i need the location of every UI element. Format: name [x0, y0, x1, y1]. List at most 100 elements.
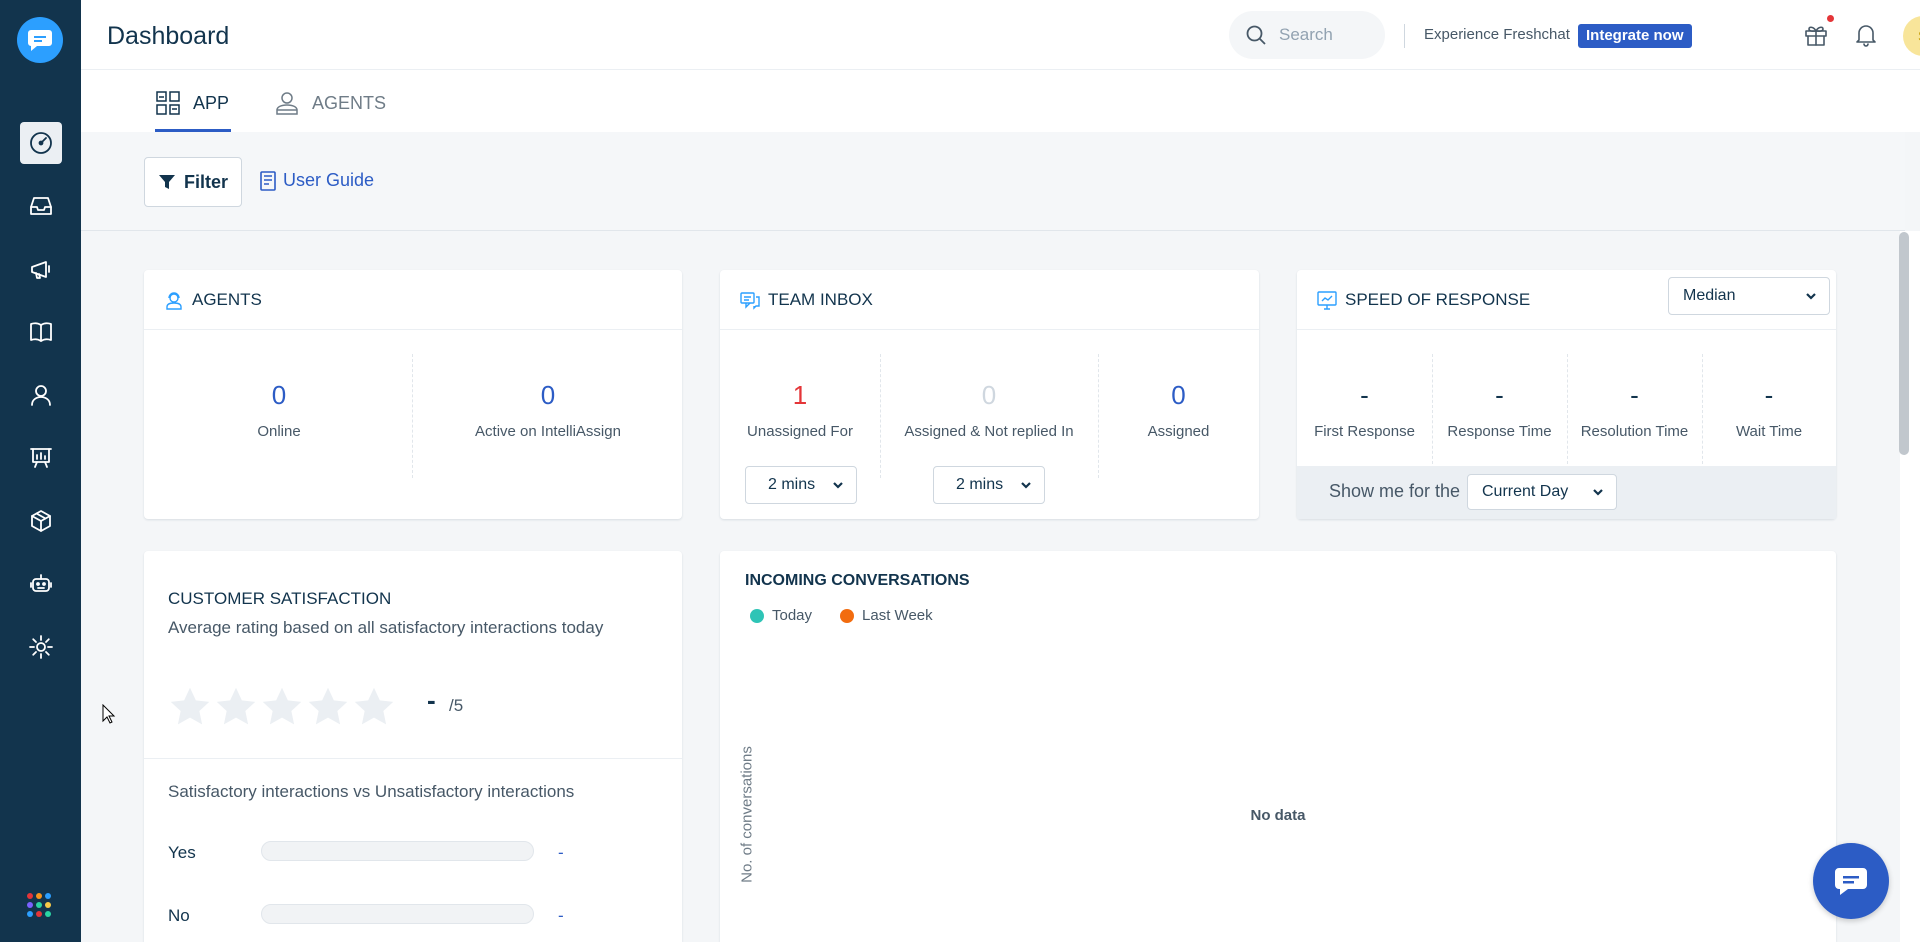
no-bar [261, 904, 534, 924]
speed-card-title: SPEED OF RESPONSE [1345, 289, 1531, 309]
app-dot [45, 902, 51, 908]
period-dropdown[interactable]: Current Day [1467, 474, 1617, 510]
no-label: No [168, 906, 190, 925]
show-me-label: Show me for the [1329, 481, 1461, 501]
sidebar-item-reports[interactable] [20, 437, 62, 479]
not-replied-time-dropdown[interactable]: 2 mins [933, 466, 1045, 504]
last-week-legend-dot [840, 608, 855, 623]
header-divider [1404, 24, 1405, 48]
csat-divider [144, 758, 682, 759]
user-guide-link[interactable]: User Guide [259, 170, 374, 191]
book-icon [260, 170, 276, 191]
sidebar [0, 0, 81, 942]
wait-time-label: Wait Time [1735, 423, 1803, 440]
metric-divider [412, 354, 413, 478]
experience-freshchat-link[interactable]: Experience Freshchat [1424, 26, 1570, 43]
sidebar-item-inbox[interactable] [20, 185, 62, 227]
scrollbar-thumb[interactable] [1899, 232, 1909, 455]
bell-icon [1856, 25, 1876, 47]
inbox-icon [30, 197, 52, 215]
search-input[interactable] [1279, 25, 1379, 45]
incoming-conversations-card: INCOMING CONVERSATIONS Today Last Week N… [720, 551, 1836, 942]
chevron-down-icon [1593, 489, 1603, 496]
filter-label: Filter [183, 171, 228, 192]
app-dot [27, 902, 33, 908]
integrate-now-button[interactable]: Integrate now [1578, 24, 1692, 48]
tabs-bar: APP AGENTS [81, 70, 1920, 132]
agent-icon [276, 92, 298, 115]
incoming-title: INCOMING CONVERSATIONS [745, 572, 970, 589]
chart-legend: Today Last Week [750, 607, 933, 624]
yes-label: Yes [168, 843, 196, 862]
tab-app-label: APP [193, 93, 230, 113]
top-header: Dashboard Experience Freshchat Integrate… [81, 0, 1920, 70]
search-icon [1246, 25, 1266, 45]
team-inbox-card-title: TEAM INBOX [768, 289, 873, 309]
star-icon [262, 687, 302, 725]
sidebar-item-marketplace[interactable] [20, 500, 62, 542]
filter-button[interactable]: Filter [144, 157, 242, 207]
legend-last-week: Last Week [862, 607, 933, 624]
wait-time-metric: - Wait Time [1702, 380, 1836, 440]
notification-dot [1827, 15, 1834, 22]
sidebar-item-dashboard[interactable] [20, 122, 62, 164]
unassigned-label: Unassigned For [747, 423, 853, 440]
dashboard-icon [30, 132, 52, 154]
chat-bubble-icon [1835, 868, 1867, 895]
contacts-icon [31, 385, 51, 406]
team-inbox-card-header: TEAM INBOX [720, 270, 1259, 330]
first-response-metric: - First Response [1297, 380, 1432, 440]
chevron-down-icon [1021, 482, 1031, 489]
headset-agent-icon [166, 291, 182, 310]
user-guide-label: User Guide [283, 170, 375, 190]
not-replied-time-value: 2 mins [956, 476, 1004, 493]
no-data-text: No data [1250, 807, 1306, 824]
sidebar-item-knowledge-base[interactable] [20, 311, 62, 353]
tab-agents-label: AGENTS [312, 93, 387, 113]
response-time-value: - [1495, 380, 1504, 410]
resolution-time-value: - [1630, 380, 1639, 410]
tab-app[interactable]: APP [155, 90, 232, 132]
response-time-metric: - Response Time [1432, 380, 1567, 440]
reports-icon [30, 448, 52, 468]
search-box[interactable] [1229, 11, 1385, 59]
team-inbox-card: TEAM INBOX 1 Unassigned For 2 mins 0 Ass… [720, 270, 1259, 519]
app-dot [36, 893, 42, 899]
app-dot [36, 911, 42, 917]
campaigns-icon [31, 261, 50, 279]
freshchat-logo[interactable] [17, 17, 63, 63]
tab-agents[interactable]: AGENTS [274, 90, 386, 132]
aggregation-dropdown[interactable]: Median [1668, 277, 1830, 315]
aggregation-value: Median [1683, 287, 1736, 304]
csat-title: CUSTOMER SATISFACTION [168, 589, 392, 608]
sidebar-item-settings[interactable] [20, 626, 62, 668]
chat-widget-button[interactable] [1813, 843, 1889, 919]
no-value: - [558, 906, 564, 925]
sidebar-item-campaigns[interactable] [20, 248, 62, 290]
rating-value: - [427, 685, 436, 715]
not-replied-label: Assigned & Not replied In [904, 423, 1074, 440]
app-grid-icon [156, 91, 180, 115]
settings-icon [29, 635, 53, 659]
sidebar-item-contacts[interactable] [20, 374, 62, 416]
unassigned-time-dropdown[interactable]: 2 mins [745, 466, 857, 504]
page-title: Dashboard [107, 22, 230, 50]
star-icon [354, 687, 394, 725]
apps-launcher-icon[interactable] [27, 893, 51, 917]
notifications-button[interactable] [1853, 22, 1879, 48]
rating-stars [168, 685, 396, 729]
gift-button[interactable] [1803, 22, 1829, 48]
unassigned-time-value: 2 mins [768, 476, 816, 493]
knowledge-base-icon [30, 322, 52, 342]
speed-monitor-icon [1317, 290, 1337, 310]
sidebar-item-bots[interactable] [20, 563, 62, 605]
resolution-time-label: Resolution Time [1580, 423, 1689, 440]
customer-satisfaction-card: CUSTOMER SATISFACTION Average rating bas… [144, 551, 682, 942]
comparison-title: Satisfactory interactions vs Unsatisfact… [168, 782, 575, 801]
app-dot [45, 911, 51, 917]
avatar[interactable]: S [1903, 16, 1920, 56]
bot-icon [30, 574, 52, 592]
agents-active-metric: 0 Active on IntelliAssign [414, 380, 682, 440]
csat-subtitle: Average rating based on all satisfactory… [168, 618, 604, 637]
yes-value: - [558, 843, 564, 862]
